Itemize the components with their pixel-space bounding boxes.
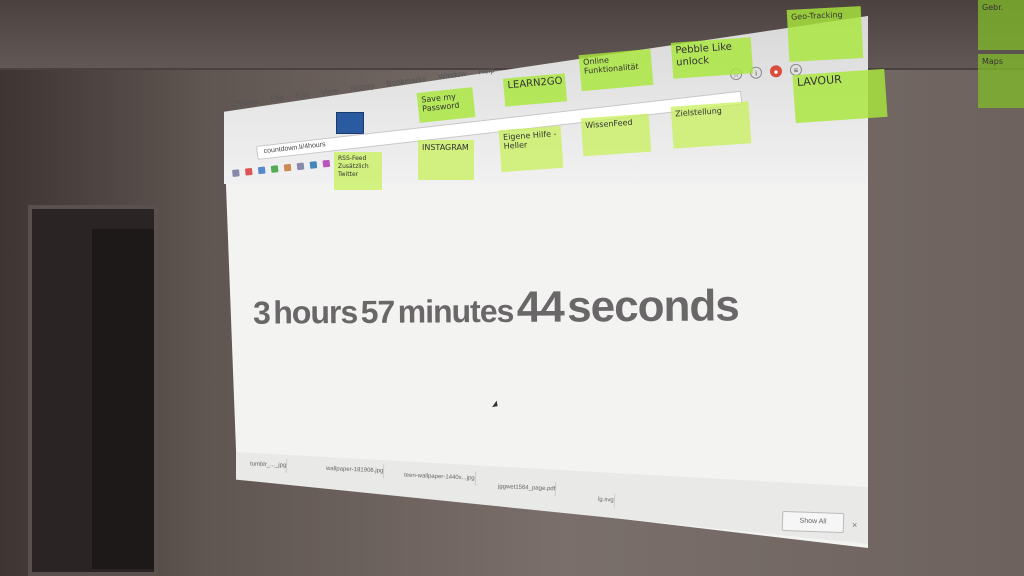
- menu-file[interactable]: File: [270, 93, 284, 104]
- bookmark-icon[interactable]: [309, 161, 318, 169]
- sticky-note: Gebr.: [978, 0, 1024, 50]
- hours-label: hours: [273, 293, 358, 331]
- doorway: [28, 205, 158, 576]
- door-opening: [92, 229, 154, 569]
- ceiling: [0, 0, 1024, 70]
- sticky-note: RSS-Feed Zusätzlich Twitter: [334, 152, 382, 190]
- seconds-number: 44: [516, 282, 564, 332]
- sticky-note: WissenFeed: [580, 113, 652, 157]
- sticky-note: Save my Password: [416, 87, 476, 123]
- bookmark-icon[interactable]: [270, 165, 279, 173]
- download-item[interactable]: tumblr_..._jpg: [241, 457, 288, 473]
- menu-chrome[interactable]: Chrome: [230, 96, 259, 109]
- minutes-number: 57: [360, 293, 395, 330]
- sticky-note: LEARN2GO: [502, 73, 568, 107]
- url-text: countdown.li/4hours: [263, 141, 326, 156]
- minutes-label: minutes: [397, 292, 514, 330]
- countdown-display: 3 hours 57 minutes 44 seconds: [253, 281, 739, 334]
- show-all-downloads-button[interactable]: Show All: [781, 510, 845, 534]
- sticky-note: LAVOUR: [792, 68, 888, 124]
- download-item[interactable]: wallpaper-181906.jpg: [317, 461, 385, 479]
- seconds-label: seconds: [567, 281, 739, 332]
- sticky-note: Zielstellung: [670, 101, 752, 149]
- tab-favicon[interactable]: [336, 112, 364, 134]
- sticky-note: INSTAGRAM: [418, 140, 474, 180]
- hours-number: 3: [252, 294, 270, 331]
- download-item[interactable]: jggwet1564_page.pdf: [489, 479, 557, 497]
- bookmark-icon[interactable]: [244, 167, 253, 176]
- bookmark-icon[interactable]: [232, 169, 240, 177]
- bookmark-icon[interactable]: [322, 159, 331, 168]
- bookmark-icon[interactable]: [296, 162, 305, 171]
- sticky-note: Maps: [978, 54, 1024, 108]
- extension-icon[interactable]: ●: [769, 64, 783, 78]
- sticky-note: Online Funktionalität: [578, 48, 654, 92]
- bookmark-icon[interactable]: [283, 163, 292, 172]
- sticky-note: Geo-Tracking: [786, 6, 864, 62]
- menu-edit[interactable]: Edit: [295, 90, 310, 101]
- close-icon[interactable]: ×: [852, 520, 857, 530]
- sticky-note: Pebble Like unlock: [670, 37, 754, 79]
- room-scene: Chrome File Edit View History Bookmarks …: [0, 0, 1024, 576]
- sticky-note: Eigene Hilfe - Heller: [498, 125, 564, 173]
- bookmark-icon[interactable]: [257, 166, 266, 175]
- download-item[interactable]: lg.svg: [589, 492, 615, 508]
